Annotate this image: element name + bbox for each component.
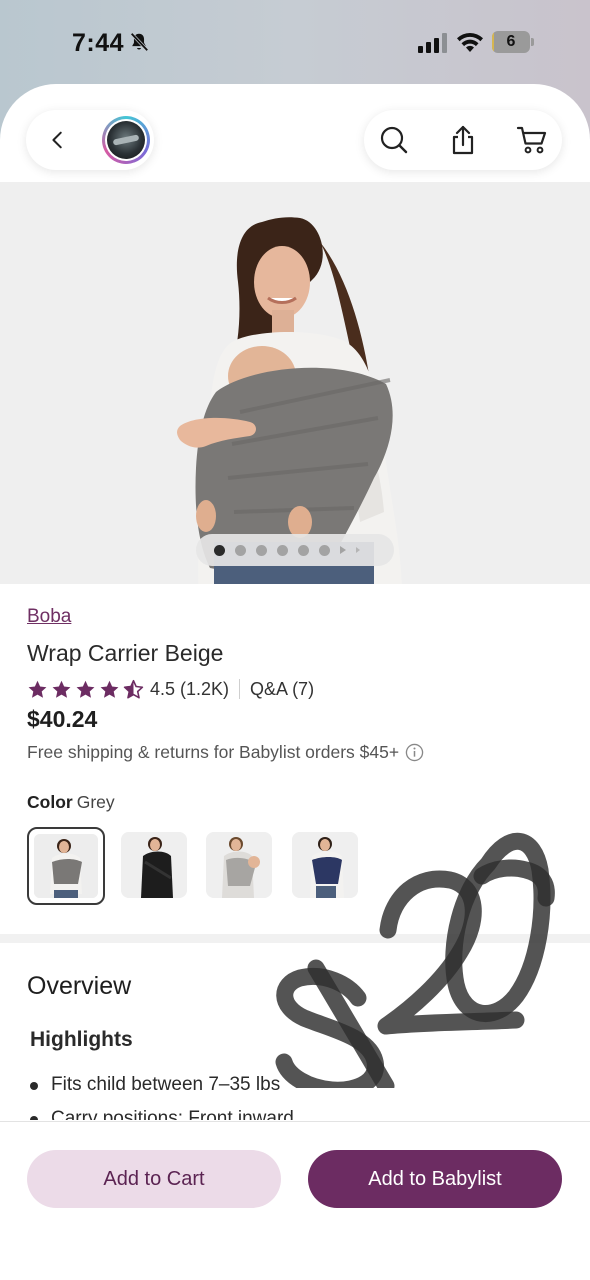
pager-dot[interactable]	[277, 544, 288, 556]
status-bar: 7:44 6	[0, 0, 590, 86]
star-full-icon	[52, 680, 71, 698]
search-icon	[380, 126, 408, 154]
price: $40.24	[27, 706, 98, 732]
handwritten-dollar-20-drawing	[275, 833, 555, 1099]
highlights-list: Fits child between 7–35 lbs Carry positi…	[28, 1072, 568, 1120]
color-selector-label: Color Grey	[27, 792, 115, 813]
add-to-cart-button[interactable]: Add to Cart	[27, 1150, 281, 1208]
cart-button[interactable]	[512, 120, 552, 160]
swatch-image-navy	[292, 832, 358, 898]
pager-dot[interactable]	[319, 544, 330, 556]
overview-heading: Overview	[27, 972, 132, 1000]
chevron-left-icon	[52, 131, 62, 149]
search-button[interactable]	[374, 120, 414, 160]
rating-row[interactable]: 4.5 (1.2K) Q&A (7)	[27, 676, 314, 702]
handwritten-price-annotation	[270, 768, 570, 1099]
star-full-icon	[76, 680, 95, 698]
pager-dot[interactable]	[235, 544, 246, 556]
pager-dot-active[interactable]	[214, 544, 225, 556]
avatar-image	[107, 121, 145, 159]
star-half-icon	[123, 679, 144, 699]
star-full-icon	[28, 680, 47, 698]
pager-more-indicator-small	[356, 547, 360, 553]
status-time: 7:44	[72, 29, 125, 57]
swatch-image-grey	[34, 834, 98, 898]
store-avatar[interactable]	[102, 116, 150, 164]
product-image[interactable]	[0, 182, 590, 584]
pager-dot[interactable]	[298, 544, 309, 556]
color-swatch-light-grey[interactable]	[206, 832, 272, 898]
qa-link[interactable]: Q&A (7)	[250, 679, 314, 700]
star-rating	[27, 679, 144, 700]
color-swatch-grey[interactable]	[27, 827, 105, 905]
back-button[interactable]	[38, 120, 78, 160]
color-value: Grey	[76, 792, 115, 812]
product-photo-woman-wearing-wrap	[0, 182, 590, 584]
nav-right-group	[364, 110, 562, 170]
swatch-image-light-grey	[206, 832, 272, 898]
highlights-heading: Highlights	[30, 1028, 133, 1051]
divider	[239, 679, 241, 699]
swatch-image-black	[121, 832, 187, 898]
rating-value: 4.5 (1.2K)	[150, 678, 230, 699]
section-divider	[0, 934, 590, 943]
shipping-info: Free shipping & returns for Babylist ord…	[27, 742, 424, 763]
image-pager[interactable]	[196, 534, 394, 566]
add-to-babylist-button[interactable]: Add to Babylist	[308, 1150, 562, 1208]
brand-link[interactable]: Boba	[27, 606, 71, 628]
nav-left-group	[26, 110, 154, 170]
pager-more-indicator	[340, 546, 346, 554]
color-swatch-black[interactable]	[121, 832, 187, 898]
battery-indicator: 6	[492, 31, 534, 53]
star-full-icon	[100, 680, 119, 698]
product-title: Wrap Carrier Beige	[27, 640, 224, 666]
shipping-text: Free shipping & returns for Babylist ord…	[27, 742, 400, 762]
color-swatch-navy[interactable]	[292, 832, 358, 898]
color-label: Color	[27, 792, 73, 812]
cellular-signal-icon	[418, 33, 447, 53]
pager-dot[interactable]	[256, 544, 267, 556]
wifi-icon	[457, 32, 483, 52]
share-icon	[452, 125, 474, 155]
list-item: Fits child between 7–35 lbs	[28, 1072, 568, 1106]
product-page: Boba Wrap Carrier Beige 4.5 (1.2K) Q&A (…	[0, 84, 590, 1280]
cart-icon	[516, 126, 547, 154]
battery-level: 6	[506, 33, 516, 50]
list-item: Carry positions: Front inward	[28, 1106, 568, 1120]
info-icon[interactable]	[405, 743, 424, 762]
bottom-action-bar: Add to Cart Add to Babylist	[0, 1121, 590, 1280]
bell-muted-icon	[130, 32, 149, 52]
share-button[interactable]	[443, 120, 483, 160]
